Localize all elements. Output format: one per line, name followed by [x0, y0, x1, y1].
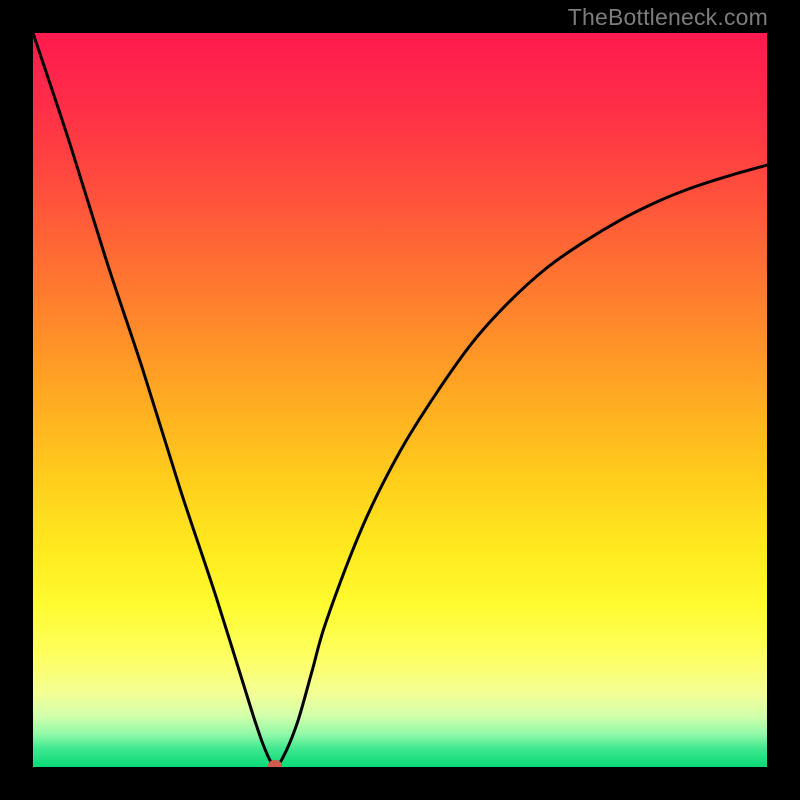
optimal-point-marker	[268, 760, 282, 767]
bottleneck-curve	[33, 33, 767, 767]
plot-area	[33, 33, 767, 767]
watermark-text: TheBottleneck.com	[568, 4, 768, 31]
chart-frame: TheBottleneck.com	[0, 0, 800, 800]
